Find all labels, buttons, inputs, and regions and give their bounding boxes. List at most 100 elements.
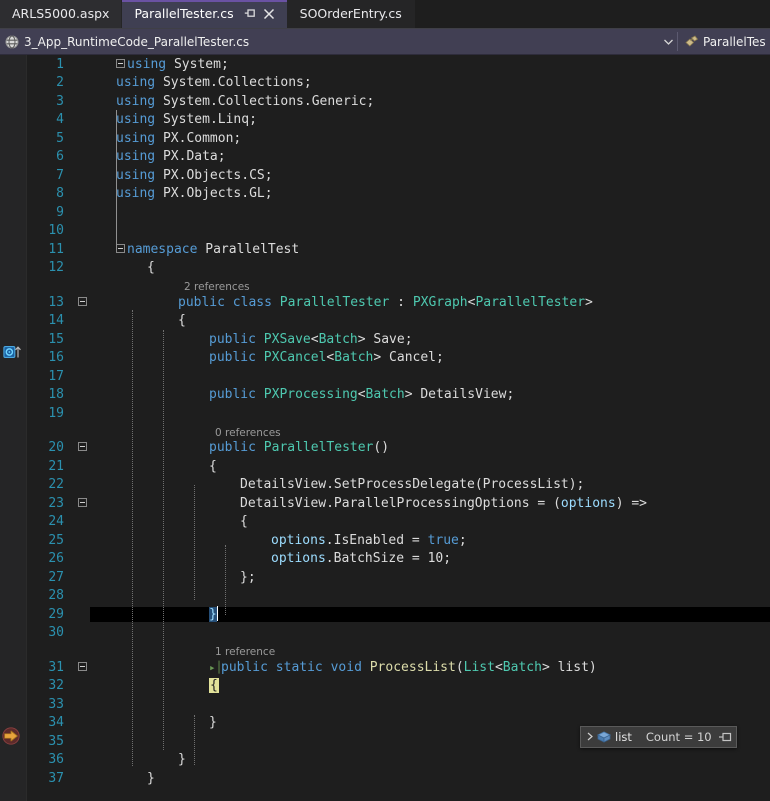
codelens-label[interactable]: 2 references [184,281,250,293]
code-line[interactable]: 14 { [0,312,770,331]
code-line[interactable]: 37} [0,769,770,788]
navbar-dropdown-caret[interactable] [659,39,677,45]
code-line[interactable]: 32 { [0,677,770,696]
code-line-content[interactable]: using PX.Data; [90,149,770,164]
code-token: public [209,350,256,366]
code-line[interactable]: 11 namespace ParallelTest [0,240,770,259]
code-line[interactable]: 18 public PXProcessing<Batch> DetailsView… [0,386,770,405]
code-line-content[interactable] [90,369,770,384]
codelens-label[interactable]: 1 reference [215,646,275,658]
code-line-content[interactable]: namespace ParallelTest [90,242,770,257]
run-method-arrow-icon[interactable]: ▸│ [209,661,222,674]
tab-pin-icon[interactable] [244,8,256,20]
code-line[interactable]: 21 { [0,457,770,476]
code-line[interactable]: 33 [0,695,770,714]
code-line[interactable]: 7 using PX.Objects.CS; [0,166,770,185]
code-line-content[interactable]: options.IsEnabled = true; [90,533,770,548]
code-line[interactable]: 9 [0,203,770,222]
code-line[interactable]: 23 DetailsView.ParallelProcessingOptions … [0,494,770,513]
code-line[interactable]: 15 public PXSave<Batch> Save; [0,330,770,349]
code-line-content[interactable]: using PX.Objects.GL; [90,186,770,201]
code-line[interactable]: 16 public PXCancel<Batch> Cancel; [0,349,770,368]
collapse-toggle-icon[interactable] [74,497,90,508]
code-line[interactable]: 27}; [0,568,770,587]
code-line-content[interactable]: } [90,605,770,622]
codelens-references[interactable]: 0 references [0,423,770,439]
collapse-toggle-icon[interactable] [74,661,90,672]
code-line-content[interactable]: options.BatchSize = 10; [90,551,770,566]
code-line-content[interactable]: public PXCancel<Batch> Cancel; [90,350,770,365]
code-line-content[interactable]: public PXSave<Batch> Save; [90,332,770,347]
code-line-content[interactable]: { [90,260,770,275]
collapse-toggle-icon[interactable] [116,58,125,68]
code-line-content[interactable]: public PXProcessing<Batch> DetailsView; [90,387,770,402]
document-tab-arls5000-aspx[interactable]: ARLS5000.aspx [0,0,123,28]
codelens-references[interactable]: 2 references [0,277,770,293]
code-line-content[interactable]: ▸│public static void ProcessList(List<Ba… [90,660,770,675]
code-line-content[interactable] [90,406,770,421]
code-line[interactable]: 13 public class ParallelTester : PXGraph<… [0,293,770,312]
document-tab-paralleltester-cs[interactable]: ParallelTester.cs [122,0,288,28]
code-line-content[interactable]: } [90,771,770,786]
code-line-content[interactable]: { [90,514,770,529]
code-line-content[interactable]: using PX.Common; [90,131,770,146]
codelens-label[interactable]: 0 references [215,427,281,439]
code-line[interactable]: 12 { [0,259,770,278]
code-line[interactable]: 8 using PX.Objects.GL; [0,185,770,204]
code-line-content[interactable]: using System.Collections.Generic; [90,94,770,109]
chevron-right-icon[interactable] [584,732,596,743]
code-line[interactable]: 1 using System; [0,55,770,74]
code-line-content[interactable]: using PX.Objects.CS; [90,168,770,183]
code-line[interactable]: 6 using PX.Data; [0,148,770,167]
code-line[interactable]: 17 [0,367,770,386]
navbar-namespace-section[interactable]: ParallelTest. [678,29,770,54]
code-line-content[interactable]: }; [90,570,770,585]
collapse-toggle-icon[interactable] [116,243,125,253]
code-line-content[interactable] [90,205,770,220]
line-number: 4 [56,112,64,128]
code-line[interactable]: 24 { [0,513,770,532]
code-line[interactable]: 10 [0,222,770,241]
execution-pointer-icon[interactable] [1,727,21,745]
code-line-content[interactable] [90,697,770,712]
code-line[interactable]: 2 using System.Collections; [0,74,770,93]
code-line[interactable]: 26 options.BatchSize = 10; [0,550,770,569]
code-line[interactable]: 31 ▸│public static void ProcessList(List<… [0,658,770,677]
code-line-content[interactable]: DetailsView.SetProcessDelegate(ProcessLi… [90,477,770,492]
code-line[interactable]: 22 DetailsView.SetProcessDelegate(Process… [0,476,770,495]
document-tab-soorderentry-cs[interactable]: SOOrderEntry.cs [287,0,415,28]
editor-text-area[interactable]: 1 using System; 2 using System.Collections;… [0,55,770,801]
code-line-content[interactable] [90,625,770,640]
code-line-content[interactable] [90,588,770,603]
code-line[interactable]: 28 [0,587,770,606]
code-line[interactable]: 4 using System.Linq; [0,111,770,130]
navbar-file-section[interactable]: 3_App_RuntimeCode_ParallelTester.cs [0,29,659,54]
collapse-toggle-icon[interactable] [74,296,90,307]
code-line[interactable]: 29} [0,605,770,624]
code-line-content[interactable] [90,223,770,238]
code-editor[interactable]: 1 using System; 2 using System.Collections;… [0,55,770,801]
debug-datatip[interactable]: list Count = 10 [580,726,737,748]
code-line-content[interactable]: using System.Linq; [90,112,770,127]
code-line-content[interactable]: { [90,459,770,474]
code-line-content[interactable]: public class ParallelTester : PXGraph<Pa… [90,295,770,310]
code-line[interactable]: 19 [0,404,770,423]
collapse-toggle-icon[interactable] [74,442,90,452]
code-line-content[interactable]: { [90,313,770,328]
code-line-content[interactable]: public ParallelTester() [90,440,770,455]
code-line-content[interactable]: } [90,752,770,767]
code-line-content[interactable]: using System.Collections; [90,75,770,90]
code-line[interactable]: 3 using System.Collections.Generic; [0,92,770,111]
code-line[interactable]: 30 [0,624,770,643]
code-line[interactable]: 36} [0,751,770,770]
code-line-content[interactable]: using System; [90,57,770,72]
code-line[interactable]: 25 options.IsEnabled = true; [0,531,770,550]
code-line-content[interactable]: DetailsView.ParallelProcessingOptions = … [90,496,770,511]
inheritance-up-icon[interactable] [3,343,23,361]
tab-close-icon[interactable] [263,8,275,20]
code-line[interactable]: 5 using PX.Common; [0,129,770,148]
code-line[interactable]: 20 public ParallelTester() [0,439,770,458]
codelens-references[interactable]: 1 reference [0,642,770,658]
pin-icon[interactable] [718,731,732,743]
code-line-content[interactable]: { [90,678,770,694]
